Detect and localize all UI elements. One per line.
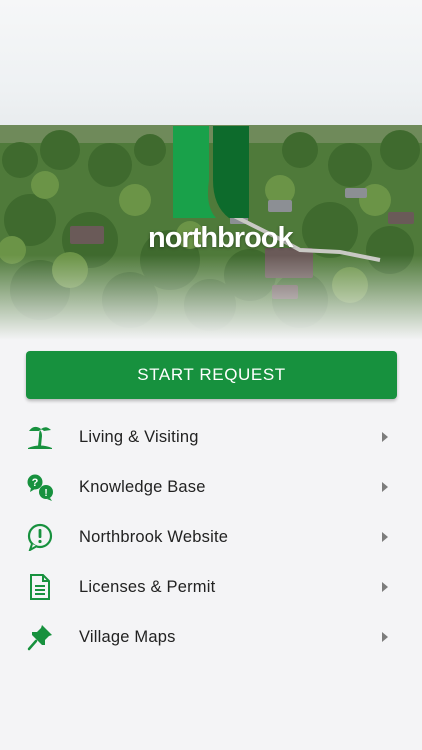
- chevron-right-icon: [382, 632, 388, 642]
- menu-item-northbrook-website[interactable]: Northbrook Website: [0, 512, 422, 562]
- document-icon: [30, 574, 50, 600]
- chevron-right-icon: [382, 432, 388, 442]
- menu-label: Knowledge Base: [79, 477, 206, 496]
- northbrook-logo: [173, 126, 249, 218]
- exclamation-chat-icon: [27, 523, 53, 551]
- pushpin-icon: [27, 625, 52, 651]
- menu-item-village-maps[interactable]: Village Maps: [0, 612, 422, 662]
- question-chat-icon: ? !: [27, 474, 53, 501]
- menu-item-licenses-permit[interactable]: Licenses & Permit: [0, 562, 422, 612]
- svg-text:!: !: [44, 488, 47, 499]
- palm-tree-icon: [28, 426, 52, 449]
- brand-wordmark: northbrook: [148, 222, 294, 254]
- svg-text:?: ?: [32, 477, 39, 489]
- hero-banner: northbrook: [0, 0, 422, 340]
- chevron-right-icon: [382, 532, 388, 542]
- menu-item-knowledge-base[interactable]: ? ! Knowledge Base: [0, 462, 422, 512]
- menu-label: Village Maps: [79, 627, 176, 646]
- start-request-button[interactable]: START REQUEST: [26, 351, 397, 399]
- main-menu: Living & Visiting ? ! Knowledge Base Nor…: [0, 412, 422, 662]
- menu-label: Living & Visiting: [79, 427, 199, 446]
- chevron-right-icon: [382, 582, 388, 592]
- menu-label: Licenses & Permit: [79, 577, 216, 596]
- menu-item-living-visiting[interactable]: Living & Visiting: [0, 412, 422, 462]
- chevron-right-icon: [382, 482, 388, 492]
- menu-label: Northbrook Website: [79, 527, 229, 546]
